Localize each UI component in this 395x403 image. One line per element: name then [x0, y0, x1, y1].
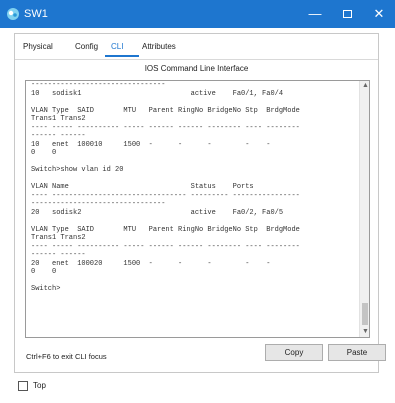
terminal-line: 20 sodisk2 active Fa0/2, Fa0/5 [31, 208, 284, 217]
maximize-icon [342, 9, 352, 18]
minimize-button[interactable]: — [299, 0, 331, 28]
terminal-line: ---- ----- ---------- ----- ------ -----… [31, 242, 300, 251]
paste-button[interactable]: Paste [328, 344, 386, 361]
terminal-line: Switch> [31, 285, 61, 293]
close-button[interactable]: ✕ [363, 0, 395, 28]
top-checkbox[interactable] [18, 381, 28, 391]
terminal-line: 10 enet 100010 1500 - - - - - [31, 140, 271, 149]
terminal-line: ---- ----- ---------- ----- ------ -----… [31, 123, 300, 132]
terminal-line: -------------------------------- [31, 81, 166, 89]
terminal-line: ------ ------ [31, 132, 86, 140]
terminal-line: VLAN Type SAID MTU Parent RingNo BridgeN… [31, 225, 300, 234]
terminal-line: 20 enet 100020 1500 - - - - - [31, 259, 271, 268]
terminal-line: Trans1 Trans2 [31, 115, 86, 123]
terminal-line: Trans1 Trans2 [31, 234, 86, 242]
window-title: SW1 [24, 8, 48, 20]
device-panel: Physical Config CLI Attributes IOS Comma… [14, 33, 386, 373]
cli-heading: IOS Command Line Interface [144, 64, 249, 73]
title-bar: SW1 — ✕ [0, 0, 395, 28]
terminal-line: VLAN Type SAID MTU Parent RingNo BridgeN… [31, 106, 300, 115]
exit-focus-hint: Ctrl+F6 to exit CLI focus [26, 352, 107, 361]
terminal-line: 0 0 [31, 268, 57, 276]
terminal-line: ------ ------ [31, 251, 86, 259]
terminal-line: 0 0 [31, 149, 57, 157]
top-checkbox-label: Top [33, 381, 46, 390]
cli-terminal[interactable]: -------------------------------- 10 sodis… [25, 80, 370, 338]
tab-config[interactable]: Config [75, 40, 98, 54]
terminal-output[interactable]: -------------------------------- 10 sodis… [31, 81, 361, 337]
scroll-thumb[interactable] [362, 303, 368, 325]
terminal-line: -------------------------------- [31, 200, 166, 208]
scroll-down-icon[interactable]: ▼ [360, 327, 369, 337]
packet-tracer-icon [7, 8, 19, 20]
tab-cli-selected-indicator [105, 55, 139, 57]
terminal-line: 10 sodisk1 active Fa0/1, Fa0/4 [31, 89, 284, 98]
tab-cli[interactable]: CLI [111, 40, 123, 54]
terminal-scrollbar[interactable]: ▲ ▼ [359, 81, 369, 337]
tab-attributes[interactable]: Attributes [142, 40, 176, 54]
scroll-up-icon[interactable]: ▲ [360, 81, 369, 91]
tab-bar: Physical Config CLI Attributes [15, 40, 378, 60]
bottom-bar: Top [0, 375, 395, 403]
tab-physical[interactable]: Physical [23, 40, 53, 54]
terminal-line: Switch>show vlan id 20 [31, 166, 124, 174]
terminal-line: ---- -------------------------------- --… [31, 191, 300, 200]
maximize-button[interactable] [331, 0, 363, 28]
terminal-line: VLAN Name Status Ports [31, 183, 254, 191]
copy-button[interactable]: Copy [265, 344, 323, 361]
tab-divider [15, 59, 378, 60]
